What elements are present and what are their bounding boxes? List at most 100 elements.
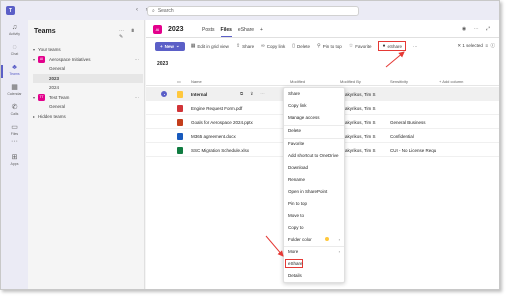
- chat-icon: ◌: [12, 44, 17, 51]
- channel-2023[interactable]: 2023: [33, 73, 143, 83]
- section-your-teams[interactable]: ▾ Your teams: [33, 45, 143, 55]
- row-select-checkbox[interactable]: [161, 91, 167, 97]
- channel-2024[interactable]: 2024: [33, 83, 143, 93]
- menu-item-details[interactable]: Details: [288, 273, 302, 278]
- menu-item-move-to[interactable]: Move to: [288, 213, 304, 218]
- row-name[interactable]: Internal: [191, 92, 207, 97]
- pdf-icon: [177, 104, 183, 112]
- header-actions[interactable]: ◉ ⋯ ⤢: [462, 26, 493, 32]
- rail-label: Activity: [8, 32, 21, 36]
- section-hidden-teams[interactable]: ▸ Hidden teams: [33, 112, 143, 122]
- modified-by-name: Tim S: [363, 119, 376, 125]
- more-label: ···: [413, 43, 418, 49]
- link-icon: ∞: [261, 43, 265, 49]
- calendar-icon: ▦: [11, 84, 18, 91]
- menu-item-download[interactable]: Download: [288, 165, 308, 170]
- tab-posts[interactable]: Posts: [202, 27, 215, 33]
- tab-files[interactable]: Files: [220, 27, 233, 37]
- copy-link-label: Copy link: [266, 43, 286, 49]
- team-avatar: TT: [38, 93, 45, 101]
- selected-count: 1 selected: [462, 43, 483, 48]
- rail-teams[interactable]: ♣ Teams: [1, 64, 28, 78]
- row-name[interactable]: Goals for Aerospace 2024.pptx: [191, 120, 253, 125]
- column-sensitivity[interactable]: Sensitivity: [390, 79, 408, 84]
- column-modified-by[interactable]: Modified By: [340, 79, 361, 84]
- menu-item-pin-to-top[interactable]: Pin to top: [288, 201, 307, 206]
- chevron-right-icon: ›: [338, 249, 340, 254]
- phone-icon: ✆: [11, 104, 18, 111]
- menu-item-rename[interactable]: Rename: [288, 177, 305, 182]
- rail-files[interactable]: ▭ Files: [1, 124, 28, 136]
- selection-status[interactable]: ✕ 1 selected ≡ ⓘ: [457, 43, 495, 49]
- menu-item-copy-to[interactable]: Copy to: [288, 225, 304, 230]
- row-name[interactable]: Engine Request Form.pdf: [191, 106, 242, 111]
- row-modified-by: apakyrikos, Tim S: [340, 106, 376, 111]
- section-label: Hidden teams: [38, 113, 66, 119]
- search-box[interactable]: ⌕ Search: [147, 6, 359, 16]
- teams-panel: Teams ⋯ ⩩ ✎ ▾ Your teams ▾ AI Aerospace Ini…: [28, 20, 145, 289]
- delete-button[interactable]: ▯ Delete: [292, 43, 310, 49]
- more-options-icon[interactable]: ···: [135, 57, 140, 62]
- row-name[interactable]: M365 agreement.docx: [191, 134, 236, 139]
- rail-chat[interactable]: ◌ Chat: [1, 44, 28, 56]
- favorite-button[interactable]: ☆ Favorite: [349, 43, 372, 49]
- more-options-icon[interactable]: ···: [135, 95, 140, 100]
- menu-item-manage-access[interactable]: Manage access: [288, 115, 320, 120]
- file-type-icon: ▭: [177, 79, 181, 84]
- menu-item-share[interactable]: Share: [288, 91, 300, 96]
- breadcrumb[interactable]: 2023: [157, 61, 168, 67]
- menu-item-eshare[interactable]: eShare: [288, 261, 303, 266]
- team-test[interactable]: ▾ TT Test Team ···: [33, 93, 143, 103]
- favorite-label: Favorite: [355, 43, 372, 49]
- row-sensitivity: Confidential: [390, 133, 414, 139]
- row-actions[interactable]: ⧉ ⇪ ⋯: [240, 91, 268, 96]
- rail-calendar[interactable]: ▦ Calendar: [1, 84, 28, 96]
- rail-calls[interactable]: ✆ Calls: [1, 104, 28, 116]
- channel-general-test[interactable]: General: [33, 102, 143, 112]
- rail-activity[interactable]: ♫ Activity: [1, 24, 28, 36]
- top-bar: T ‹ › ⌕ Search: [1, 1, 499, 20]
- pin-button[interactable]: ⚲ Pin to top: [317, 43, 342, 49]
- row-modified-by: apakyrikos, Tim S: [340, 120, 376, 125]
- tab-eshare[interactable]: eShare: [238, 27, 254, 33]
- section-label: Your teams: [38, 47, 61, 53]
- teams-logo-icon: T: [6, 6, 15, 15]
- pin-icon: ⚲: [317, 43, 321, 49]
- more-toolbar-button[interactable]: ···: [413, 44, 418, 49]
- column-modified[interactable]: Modified: [290, 79, 305, 84]
- row-name[interactable]: SSC Migration Schedule.xlsx: [191, 148, 249, 153]
- add-tab-button[interactable]: +: [260, 27, 263, 33]
- channel-general[interactable]: General: [33, 64, 143, 74]
- copy-link-button[interactable]: ∞ Copy link: [261, 43, 285, 49]
- file-icon: ▭: [11, 124, 18, 131]
- new-label: New: [164, 43, 174, 49]
- menu-item-copy-link[interactable]: Copy link: [288, 103, 307, 108]
- rail-label: Apps: [10, 162, 19, 166]
- search-icon: ⌕: [152, 8, 155, 14]
- edit-grid-button[interactable]: ▦ Edit in grid view: [191, 43, 229, 49]
- column-name[interactable]: Name: [191, 79, 202, 84]
- eshare-toolbar-button[interactable]: ● eShare: [378, 41, 407, 51]
- menu-item-more[interactable]: More: [288, 249, 298, 254]
- search-placeholder: Search: [157, 8, 174, 14]
- bell-icon: ♫: [11, 24, 18, 31]
- rail-more[interactable]: ···: [1, 138, 28, 146]
- rail-apps[interactable]: ⊞ Apps: [1, 154, 28, 166]
- row-modified-by: apakyrikos, Tim S: [340, 92, 376, 97]
- menu-item-add-shortcut[interactable]: Add shortcut to OneDrive: [288, 153, 339, 158]
- menu-item-folder-color[interactable]: Folder color: [288, 237, 312, 242]
- table-header: ▭ Name Modified Modified By Sensitivity …: [146, 76, 499, 86]
- new-button[interactable]: + New ⌄: [155, 41, 185, 51]
- menu-item-delete[interactable]: Delete: [288, 128, 301, 133]
- share-icon: ⇪: [235, 43, 241, 49]
- column-add[interactable]: + Add column: [439, 79, 463, 84]
- rail-label: Teams: [9, 72, 20, 76]
- team-aerospace[interactable]: ▾ AI Aerospace Initiatives ···: [33, 55, 143, 65]
- folder-color-swatch-icon: [325, 237, 329, 241]
- share-button[interactable]: ⇪ Share: [236, 43, 254, 49]
- menu-item-open-sharepoint[interactable]: Open in SharePoint: [288, 189, 327, 194]
- channel-label: 2023: [49, 75, 60, 81]
- panel-actions[interactable]: ⋯ ⩩ ✎: [119, 28, 144, 40]
- row-sensitivity: CUI - No License Requ: [390, 147, 437, 153]
- menu-item-favorite[interactable]: Favorite: [288, 141, 304, 146]
